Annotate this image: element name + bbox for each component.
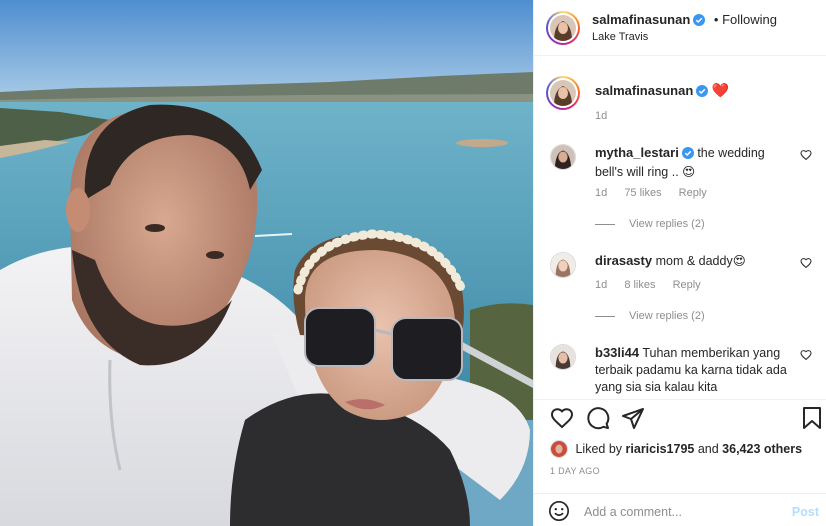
caption-age[interactable]: 1d (595, 110, 607, 122)
view-replies-button[interactable]: View replies (2) (595, 218, 705, 230)
commenter-avatar[interactable] (550, 344, 576, 370)
comment-item: b33li44 Tuhan memberikan yang terbaik pa… (550, 344, 812, 399)
comment-likes[interactable]: 8 likes (624, 279, 655, 291)
view-replies-button[interactable]: View replies (2) (595, 310, 705, 322)
post-side-panel: salmafinasunan • Following Lake Travis s… (533, 0, 826, 526)
post-timestamp[interactable]: 1 DAY AGO (550, 466, 600, 476)
commenter-avatar[interactable] (550, 252, 576, 278)
comment-username[interactable]: b33li44 (595, 345, 639, 360)
view-replies-label: View replies (2) (629, 218, 705, 230)
caption-username[interactable]: salmafinasunan (595, 83, 693, 98)
smiley-icon[interactable] (548, 500, 570, 525)
add-comment-input[interactable]: Add a comment... (584, 505, 682, 519)
post-photo[interactable] (0, 0, 533, 526)
follow-separator: • (713, 12, 719, 27)
likes-count[interactable]: 36,423 others (722, 442, 802, 456)
verified-badge-icon (696, 85, 709, 100)
comment-age[interactable]: 1d (595, 187, 607, 199)
caption-author-avatar[interactable] (546, 76, 580, 110)
following-button[interactable]: Following (722, 12, 777, 27)
verified-badge-icon (693, 14, 706, 29)
comment-age[interactable]: 1d (595, 279, 607, 291)
paper-plane-icon[interactable] (621, 406, 645, 433)
comment-text: b33li44 Tuhan memberikan yang terbaik pa… (595, 344, 787, 396)
likes-prefix: Liked by (575, 442, 623, 456)
post-comment-button[interactable]: Post (792, 505, 819, 519)
add-comment-bar: Add a comment... Post (534, 493, 826, 526)
verified-badge-icon (681, 147, 694, 164)
post-actions: Liked by riaricis1795 and 36,423 others … (534, 399, 826, 526)
like-comment-heart-icon[interactable] (800, 257, 812, 272)
liker-username[interactable]: riaricis1795 (626, 442, 695, 456)
comments-list[interactable]: salmafinasunan ❤️ 1d mytha_lestari the w… (534, 57, 826, 399)
replies-divider (595, 223, 615, 225)
comment-meta: 1d 75 likes Reply (595, 187, 721, 199)
comment-bubble-icon[interactable] (586, 406, 610, 433)
heart-icon[interactable] (550, 406, 574, 433)
post-location[interactable]: Lake Travis (592, 31, 648, 43)
red-heart-emoji: ❤️ (711, 82, 730, 98)
author-avatar[interactable] (546, 11, 580, 45)
post-image (0, 0, 533, 526)
comment-username[interactable]: dirasasty (595, 253, 652, 268)
comment-username[interactable]: mytha_lestari (595, 145, 679, 160)
caption-avatar-image (550, 80, 576, 106)
comment-body: mom & daddy😍 (655, 254, 746, 268)
author-username[interactable]: salmafinasunan (592, 12, 690, 27)
post-header: salmafinasunan • Following Lake Travis (534, 0, 826, 56)
reply-button[interactable]: Reply (673, 279, 701, 291)
comment-text: mytha_lestari the wedding bell's will ri… (595, 144, 785, 181)
commenter-avatar[interactable] (550, 144, 576, 170)
likes-summary: Liked by riaricis1795 and 36,423 others (550, 440, 802, 458)
replies-divider (595, 315, 615, 317)
like-comment-heart-icon[interactable] (800, 349, 812, 364)
author-avatar-image (550, 15, 576, 41)
view-replies-label: View replies (2) (629, 310, 705, 322)
reply-button[interactable]: Reply (679, 187, 707, 199)
comment-text: dirasasty mom & daddy😍 (595, 252, 785, 270)
caption: salmafinasunan ❤️ (595, 82, 729, 100)
like-comment-heart-icon[interactable] (800, 149, 812, 164)
likes-and: and (697, 442, 719, 456)
comment-item: dirasasty mom & daddy😍 1d 8 likes Reply (550, 252, 812, 312)
bookmark-icon[interactable] (801, 406, 823, 433)
comment-meta: 1d 8 likes Reply (595, 279, 715, 291)
liker-avatar[interactable] (550, 440, 568, 458)
comment-likes[interactable]: 75 likes (624, 187, 661, 199)
